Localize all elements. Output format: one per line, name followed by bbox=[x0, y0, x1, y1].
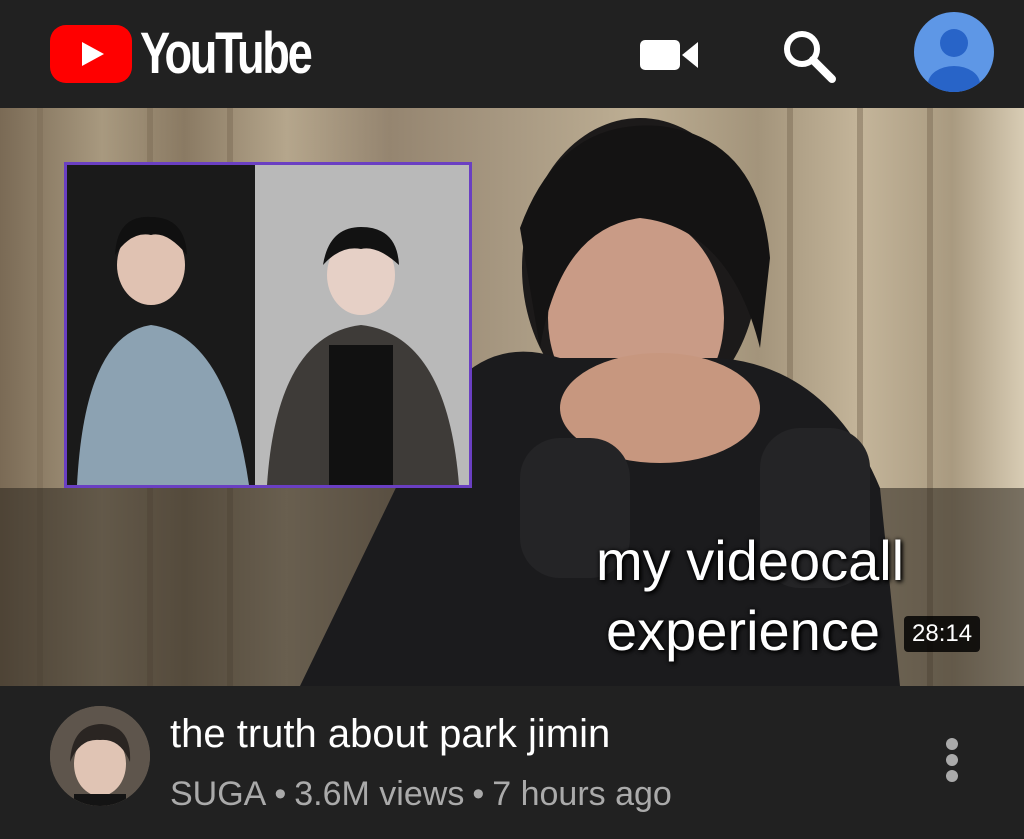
channel-name[interactable]: SUGA bbox=[170, 775, 266, 813]
youtube-logo[interactable]: YouTube bbox=[50, 24, 358, 84]
logo-text: YouTube bbox=[140, 21, 313, 86]
video-thumbnail[interactable]: my videocall experience 28:14 bbox=[0, 108, 1024, 686]
account-avatar-icon[interactable] bbox=[914, 12, 994, 92]
play-logo-icon bbox=[50, 25, 132, 83]
meta-separator: • bbox=[274, 775, 287, 813]
video-meta: SUGA • 3.6M views • 7 hours ago bbox=[170, 774, 672, 814]
channel-avatar[interactable] bbox=[50, 706, 150, 806]
more-options-icon[interactable] bbox=[938, 738, 966, 784]
youtube-app: YouTube my videocall experience 28:14 th… bbox=[0, 0, 1024, 839]
video-info: the truth about park jimin SUGA • 3.6M vie… bbox=[0, 686, 1024, 839]
search-icon[interactable] bbox=[780, 27, 838, 85]
upload-age: 7 hours ago bbox=[492, 775, 672, 813]
video-camera-icon[interactable] bbox=[640, 38, 700, 72]
meta-separator: • bbox=[472, 775, 485, 813]
top-bar: YouTube bbox=[0, 0, 1024, 108]
videocall-inset-image bbox=[64, 162, 472, 488]
view-count: 3.6M views bbox=[294, 775, 465, 813]
video-title[interactable]: the truth about park jimin bbox=[170, 710, 610, 758]
overlay-caption-line2: experience bbox=[606, 599, 880, 662]
overlay-caption-line1: my videocall bbox=[596, 529, 905, 592]
duration-badge: 28:14 bbox=[904, 616, 981, 652]
